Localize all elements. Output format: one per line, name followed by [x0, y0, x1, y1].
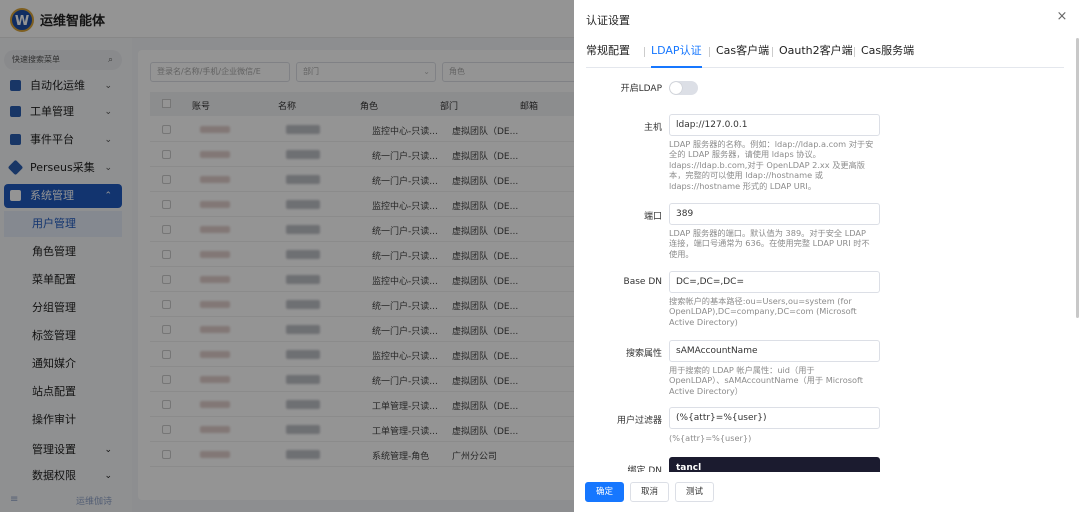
help-line: LDAP 服务器的名称。例如：ldap://ldap.a.com 对于安	[669, 139, 874, 149]
help-line: (%{attr}=%{user})	[669, 433, 752, 443]
toggle-knob	[670, 82, 682, 94]
base-dn-label: Base DN	[623, 277, 662, 287]
help-line: Active Directory)	[669, 316, 738, 327]
bind-dn-label: 绑定 DN	[627, 466, 662, 472]
port-input[interactable]: 389	[669, 203, 880, 225]
enable-ldap-toggle[interactable]	[669, 81, 698, 95]
user-filter-help-text: (%{attr}=%{user})	[669, 433, 881, 443]
tab-general[interactable]: 常规配置	[586, 44, 630, 68]
search-attr-input[interactable]: sAMAccountName	[669, 340, 880, 362]
tab-divider	[854, 47, 855, 57]
help-line: 使用。	[669, 248, 694, 259]
drawer-scrollbar[interactable]	[1076, 38, 1079, 318]
port-help-text: LDAP 服务器的端口。默认值为 389。对于安全 LDAP 连接，端口号通常为…	[669, 228, 881, 259]
host-input[interactable]: ldap://127.0.0.1	[669, 114, 880, 136]
tab-divider	[644, 47, 645, 57]
user-filter-label: 用户过滤器	[616, 416, 662, 426]
cancel-button[interactable]: 取消	[630, 482, 669, 502]
help-line: 连接，端口号通常为 636。在使用完整 LDAP URI 时不	[669, 238, 870, 249]
search-attr-label: 搜索属性	[625, 349, 662, 359]
help-line: OpenLDAP）、sAMAccountName（用于 Microsoft	[669, 375, 863, 386]
tab-cas-server[interactable]: Cas服务端	[861, 44, 914, 68]
base-dn-help-text: 搜索帐户的基本路径:ou=Users,ou=system (for OpenLD…	[669, 296, 881, 327]
help-line: 搜索帐户的基本路径:ou=Users,ou=system (for	[669, 296, 852, 306]
tab-divider	[709, 47, 710, 57]
help-line: ldaps://hostname 形式的 LDAP URI。	[669, 180, 817, 191]
help-line: ldaps://ldap.b.com,对于 OpenLDAP 2.xx 及更高版	[669, 159, 865, 170]
search-attr-help-text: 用于搜索的 LDAP 帐户属性：uid（用于 OpenLDAP）、sAMAcco…	[669, 365, 881, 396]
drawer-title: 认证设置	[586, 14, 630, 27]
drawer-footer: 确定 取消 测试	[574, 472, 1080, 512]
help-line: 全的 LDAP 服务器，请使用 ldaps 协议。	[669, 149, 821, 160]
test-button[interactable]: 测试	[675, 482, 714, 502]
help-line: OpenLDAP),DC=company,DC=com (Microsoft	[669, 306, 857, 317]
help-line: 用于搜索的 LDAP 帐户属性：uid（用于	[669, 365, 815, 375]
help-line: LDAP 服务器的端口。默认值为 389。对于安全 LDAP	[669, 228, 866, 238]
close-icon[interactable]: ×	[1055, 10, 1069, 24]
tab-cas-client[interactable]: Cas客户端	[716, 44, 769, 68]
bind-dn-input[interactable]: tancl	[669, 457, 880, 472]
host-label: 主机	[643, 123, 662, 133]
user-filter-input[interactable]: (%{attr}=%{user})	[669, 407, 880, 429]
help-line: 本，完整的可以使用 ldap://hostname 或	[669, 170, 823, 181]
help-line: Active Directory）	[669, 385, 743, 396]
confirm-button[interactable]: 确定	[585, 482, 624, 502]
tab-ldap[interactable]: LDAP认证	[651, 44, 702, 68]
base-dn-input[interactable]: DC=,DC=,DC=	[669, 271, 880, 293]
tab-divider	[772, 47, 773, 57]
settings-tabs: 常规配置 LDAP认证 Cas客户端 Oauth2客户端 Cas服务端	[586, 44, 1064, 68]
auth-settings-drawer: 认证设置 × 常规配置 LDAP认证 Cas客户端 Oauth2客户端 Cas服…	[574, 0, 1080, 512]
host-help-text: LDAP 服务器的名称。例如：ldap://ldap.a.com 对于安 全的 …	[669, 139, 881, 191]
port-label: 端口	[643, 212, 662, 222]
enable-ldap-label: 开启LDAP	[620, 84, 662, 94]
ldap-form: 开启LDAP 主机 ldap://127.0.0.1 LDAP 服务器的名称。例…	[574, 70, 1074, 472]
tab-oauth2-client[interactable]: Oauth2客户端	[779, 44, 853, 68]
